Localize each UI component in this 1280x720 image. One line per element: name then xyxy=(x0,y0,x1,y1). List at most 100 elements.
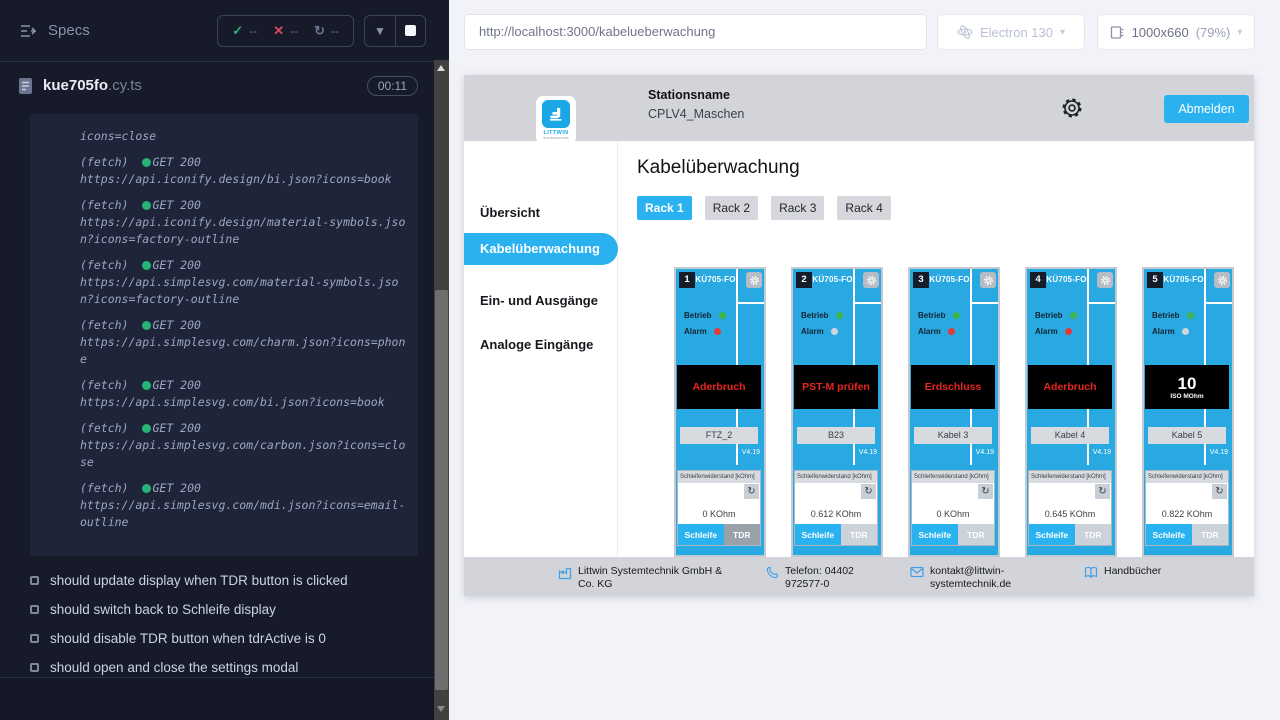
log-entry[interactable]: (fetch)GET 200 https://api.iconify.desig… xyxy=(80,154,408,188)
test-case[interactable]: should switch back to Schleife display xyxy=(0,595,434,624)
card-settings-button[interactable] xyxy=(1097,272,1113,288)
device-model: KÜ705-FO xyxy=(929,275,970,284)
status-display: Aderbruch xyxy=(677,365,761,409)
cable-name-field[interactable]: B23 xyxy=(797,427,875,444)
alarm-led xyxy=(831,328,838,335)
card-number: 1 xyxy=(679,272,695,288)
phone-icon xyxy=(766,566,779,579)
card-settings-button[interactable] xyxy=(863,272,879,288)
tdr-button[interactable]: TDR xyxy=(958,524,994,545)
specs-sidebar-toggle-icon[interactable] xyxy=(20,24,38,38)
firmware-version: V4.19 xyxy=(742,449,760,456)
schleife-button[interactable]: Schleife xyxy=(795,524,841,545)
test-box-icon xyxy=(30,576,39,585)
rack-tabs: Rack 1 Rack 2 Rack 3 Rack 4 xyxy=(637,196,891,220)
nav-uebersicht[interactable]: Übersicht xyxy=(464,197,618,229)
log-entry[interactable]: (fetch)GET 200 https://api.simplesvg.com… xyxy=(80,317,408,368)
station-info: Stationsname CPLV4_Maschen xyxy=(648,88,744,121)
refresh-button[interactable]: ↻ xyxy=(978,484,993,499)
log-entry[interactable]: (fetch)GET 200 https://api.iconify.desig… xyxy=(80,197,408,248)
test-case[interactable]: should update display when TDR button is… xyxy=(0,566,434,595)
collapse-button[interactable]: ▼ xyxy=(365,16,395,46)
tdr-button[interactable]: TDR xyxy=(1192,524,1228,545)
command-log[interactable]: icons=close (fetch)GET 200 https://api.i… xyxy=(30,114,418,556)
refresh-button[interactable]: ↻ xyxy=(861,484,876,499)
runner-header: Specs ✓ -- ✕ -- ↻ -- ▼ xyxy=(0,0,434,62)
success-dot-icon xyxy=(142,261,151,270)
app-viewport: LITTWIN SYSTEMTECHNIK Stationsname CPLV4… xyxy=(464,75,1254,596)
footer-phone: Telefon: 04402 972577-0 xyxy=(766,565,888,591)
email-address[interactable]: kontakt@littwin-systemtechnik.de xyxy=(930,565,1036,591)
viewport-select[interactable]: 1000x660 (79%) ▾ xyxy=(1097,14,1255,50)
url-bar[interactable]: http://localhost:3000/kabelueberwachung xyxy=(464,14,927,50)
status-display: Aderbruch xyxy=(1028,365,1112,409)
scrollbar-thumb[interactable] xyxy=(435,290,448,690)
littwin-logo-icon xyxy=(542,100,570,128)
logo-subtext: SYSTEMTECHNIK xyxy=(536,136,576,140)
settings-gear-icon[interactable] xyxy=(1060,96,1084,120)
scroll-down-arrow-icon[interactable] xyxy=(437,706,445,712)
success-dot-icon xyxy=(142,321,151,330)
log-entry[interactable]: (fetch)GET 200 https://api.simplesvg.com… xyxy=(80,257,408,308)
refresh-button[interactable]: ↻ xyxy=(744,484,759,499)
loop-value: 0 KOhm xyxy=(678,509,760,519)
tdr-button[interactable]: TDR xyxy=(841,524,877,545)
nav-kabelueberwachung[interactable]: Kabelüberwachung xyxy=(464,233,618,265)
device-model: KÜ705-FO xyxy=(695,275,736,284)
refresh-button[interactable]: ↻ xyxy=(1095,484,1110,499)
card-settings-button[interactable] xyxy=(980,272,996,288)
chevron-down-icon: ▼ xyxy=(374,24,386,38)
nav-analoge-eingaenge[interactable]: Analoge Eingänge xyxy=(464,329,618,361)
card-settings-button[interactable] xyxy=(1214,272,1230,288)
gear-icon xyxy=(866,275,877,286)
alarm-row: Alarm xyxy=(918,327,955,336)
alarm-led xyxy=(948,328,955,335)
cable-name-field[interactable]: Kabel 5 xyxy=(1148,427,1226,444)
runner-bottom-area xyxy=(0,678,434,720)
schleife-button[interactable]: Schleife xyxy=(1029,524,1075,545)
stat-pending: ↻ -- xyxy=(314,23,339,39)
test-stats: ✓ -- ✕ -- ↻ -- xyxy=(217,15,354,47)
loop-body: ↻ 0 KOhm xyxy=(678,483,760,524)
scroll-up-arrow-icon[interactable] xyxy=(437,65,445,71)
logout-button[interactable]: Abmelden xyxy=(1164,95,1249,123)
test-case[interactable]: should disable TDR button when tdrActive… xyxy=(0,624,434,653)
status-display: Erdschluss xyxy=(911,365,995,409)
app-header: LITTWIN SYSTEMTECHNIK Stationsname CPLV4… xyxy=(464,75,1254,141)
runner-controls: ▼ xyxy=(364,15,426,47)
browser-select[interactable]: Electron 130 ▾ xyxy=(937,14,1085,50)
failed-x-icon: ✕ xyxy=(273,23,284,39)
stop-button[interactable] xyxy=(395,16,425,46)
footer-manuals[interactable]: Handbücher xyxy=(1084,565,1161,579)
cable-name-field[interactable]: FTZ_2 xyxy=(680,427,758,444)
betrieb-led xyxy=(1187,312,1194,319)
test-title: should disable TDR button when tdrActive… xyxy=(50,631,326,646)
tab-rack-3[interactable]: Rack 3 xyxy=(771,196,824,220)
cable-name-field[interactable]: Kabel 4 xyxy=(1031,427,1109,444)
schleife-button[interactable]: Schleife xyxy=(912,524,958,545)
log-entry[interactable]: (fetch)GET 200 https://api.simplesvg.com… xyxy=(80,420,408,471)
log-entry[interactable]: (fetch)GET 200 https://api.simplesvg.com… xyxy=(80,480,408,531)
tdr-button[interactable]: TDR xyxy=(1075,524,1111,545)
spec-row[interactable]: kue705fo.cy.ts 00:11 xyxy=(0,63,434,108)
log-entry[interactable]: (fetch)GET 200 https://api.simplesvg.com… xyxy=(80,377,408,411)
tab-rack-1[interactable]: Rack 1 xyxy=(637,196,692,220)
schleife-button[interactable]: Schleife xyxy=(678,524,724,545)
nav-ein-und-ausgaenge[interactable]: Ein- und Ausgänge xyxy=(464,285,618,317)
runner-scrollbar[interactable] xyxy=(434,0,449,720)
schleife-button[interactable]: Schleife xyxy=(1146,524,1192,545)
specs-label[interactable]: Specs xyxy=(48,22,90,39)
refresh-button[interactable]: ↻ xyxy=(1212,484,1227,499)
monitor-card-5: 5 KÜ705-FO Betrieb Alarm 10 IS xyxy=(1142,267,1234,557)
success-dot-icon xyxy=(142,201,151,210)
loop-resistance-panel: Schleifenwiderstand [kOhm] ↻ 0.822 KOhm … xyxy=(1145,470,1229,546)
cable-name-field[interactable]: Kabel 3 xyxy=(914,427,992,444)
firmware-version: V4.19 xyxy=(976,449,994,456)
tdr-button[interactable]: TDR xyxy=(724,524,760,545)
tab-rack-2[interactable]: Rack 2 xyxy=(705,196,758,220)
status-display: 10 ISO MOhm xyxy=(1145,365,1229,409)
loop-value: 0.822 KOhm xyxy=(1146,509,1228,519)
tab-rack-4[interactable]: Rack 4 xyxy=(837,196,890,220)
browser-name: Electron 130 xyxy=(980,25,1053,40)
card-settings-button[interactable] xyxy=(746,272,762,288)
